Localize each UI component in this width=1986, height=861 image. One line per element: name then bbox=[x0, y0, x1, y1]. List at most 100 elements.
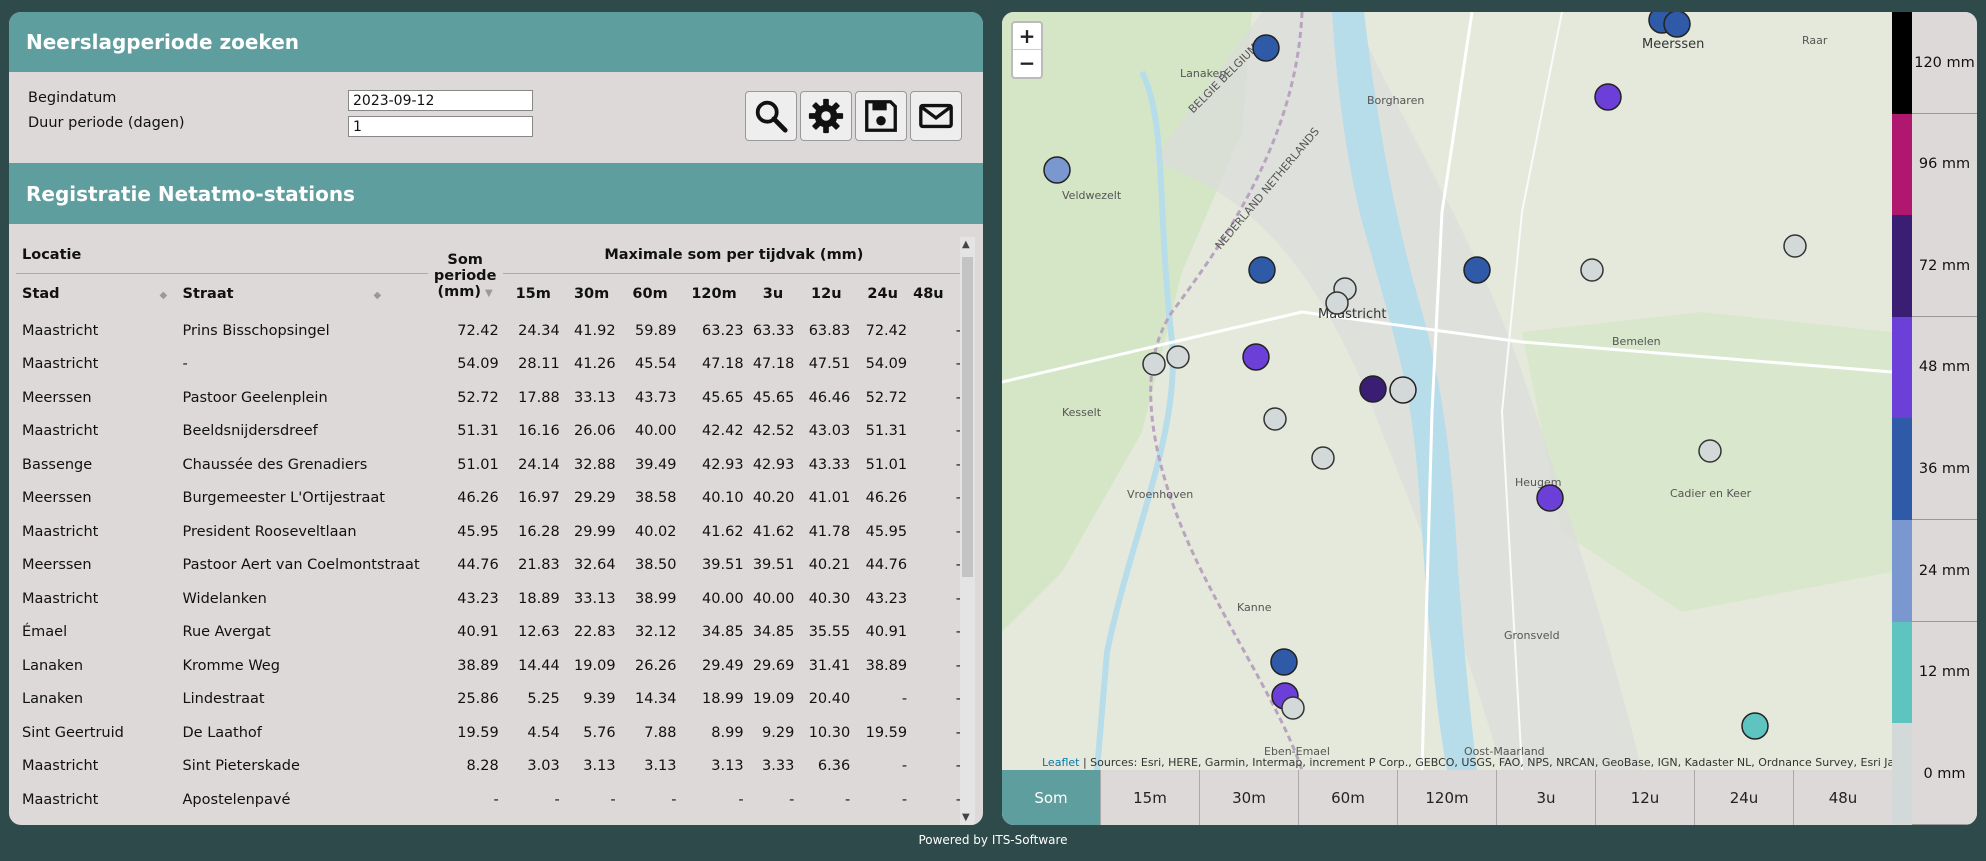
street-header[interactable]: Straat ◆ bbox=[176, 272, 428, 314]
station-marker[interactable] bbox=[1594, 83, 1622, 111]
tab-Som[interactable]: Som bbox=[1002, 770, 1100, 825]
station-marker[interactable] bbox=[1783, 234, 1807, 258]
cell-street: Burgemeester L'Ortijestraat bbox=[182, 490, 385, 507]
table-row[interactable]: Maastricht Beeldsnijdersdreef 51.31 16.16 26… bbox=[16, 415, 965, 449]
table-scrollbar[interactable]: ▲ ▼ bbox=[960, 237, 975, 825]
station-marker[interactable] bbox=[1142, 352, 1166, 376]
station-marker[interactable] bbox=[1270, 648, 1298, 676]
table-row[interactable]: Maastricht Widelanken 43.23 18.89 33.13 38.99… bbox=[16, 582, 965, 616]
table-row[interactable]: Maastricht President Rooseveltlaan 45.95 16… bbox=[16, 515, 965, 549]
cell-street: Sint Pieterskade bbox=[182, 758, 300, 775]
cell-sum: 8.28 bbox=[466, 758, 499, 775]
cell-value: 43.73 bbox=[635, 389, 677, 406]
table-row[interactable]: Émael Rue Avergat 40.91 12.63 22.83 32.12 34.8… bbox=[16, 616, 965, 650]
legend-item: 12 mm bbox=[1892, 621, 1977, 724]
cell-value: 54.09 bbox=[865, 356, 908, 373]
search-button[interactable] bbox=[745, 91, 797, 141]
zoom-out-button[interactable]: − bbox=[1013, 50, 1041, 77]
period-header-60m[interactable]: 60m bbox=[619, 272, 681, 314]
station-marker[interactable] bbox=[1242, 343, 1270, 371]
station-marker[interactable] bbox=[1580, 258, 1604, 282]
sum-header[interactable]: Som periode (mm) ▼ bbox=[428, 237, 503, 314]
station-marker[interactable] bbox=[1252, 34, 1280, 62]
cell-value: 4.54 bbox=[527, 724, 560, 741]
tab-120m[interactable]: 120m bbox=[1397, 770, 1496, 825]
table-row[interactable]: Meerssen Burgemeester L'Ortijestraat 46.26… bbox=[16, 482, 965, 516]
cell-value: 52.72 bbox=[865, 389, 908, 406]
cell-value: - bbox=[901, 691, 908, 708]
cell-value: 42.93 bbox=[752, 456, 795, 473]
station-marker[interactable] bbox=[1389, 376, 1417, 404]
table-row[interactable]: Lanaken Kromme Weg 38.89 14.44 19.09 26.26 29.… bbox=[16, 649, 965, 683]
period-header-120m[interactable]: 120m bbox=[680, 272, 748, 314]
map[interactable]: NEDERLAND NETHERLANDS BELGIE BELGIUM Maa… bbox=[1002, 12, 1892, 770]
period-header-3u[interactable]: 3u bbox=[747, 272, 799, 314]
cell-value: 28.11 bbox=[518, 356, 560, 373]
cell-value: 40.20 bbox=[752, 490, 795, 507]
tab-30m[interactable]: 30m bbox=[1199, 770, 1298, 825]
table-row[interactable]: Maastricht - 54.09 28.11 41.26 45.54 47.18 47.1… bbox=[16, 348, 965, 382]
period-header-30m[interactable]: 30m bbox=[563, 272, 620, 314]
legend-label: 72 mm bbox=[1912, 215, 1977, 318]
station-marker[interactable] bbox=[1698, 439, 1722, 463]
station-marker[interactable] bbox=[1043, 156, 1071, 184]
station-marker[interactable] bbox=[1741, 712, 1769, 740]
cell-value: 39.49 bbox=[635, 456, 677, 473]
table-row[interactable]: Sint Geertruid De Laathof 19.59 4.54 5.76 7.8… bbox=[16, 716, 965, 750]
table-row[interactable]: Bassenge Chaussée des Grenadiers 51.01 24.1… bbox=[16, 448, 965, 482]
scroll-up-icon[interactable]: ▲ bbox=[962, 239, 970, 250]
station-marker[interactable] bbox=[1248, 256, 1276, 284]
period-header-15m[interactable]: 15m bbox=[502, 272, 564, 314]
station-marker[interactable] bbox=[1463, 256, 1491, 284]
period-header-24u[interactable]: 24u bbox=[854, 272, 912, 314]
station-marker[interactable] bbox=[1311, 446, 1335, 470]
cell-value: 29.69 bbox=[752, 657, 795, 674]
cell-value: 51.01 bbox=[865, 456, 908, 473]
cell-value: 38.50 bbox=[635, 557, 677, 574]
settings-button[interactable] bbox=[800, 91, 852, 141]
scroll-down-icon[interactable]: ▼ bbox=[962, 812, 970, 823]
station-marker[interactable] bbox=[1281, 696, 1305, 720]
table-row[interactable]: Meerssen Pastoor Geelenplein 52.72 17.88 33.… bbox=[16, 381, 965, 415]
cell-city: Lanaken bbox=[22, 691, 84, 708]
station-marker[interactable] bbox=[1166, 345, 1190, 369]
cell-value: 16.97 bbox=[518, 490, 560, 507]
station-marker[interactable] bbox=[1263, 407, 1287, 431]
station-marker[interactable] bbox=[1663, 12, 1691, 38]
period-header-12u[interactable]: 12u bbox=[798, 272, 855, 314]
start-date-input[interactable] bbox=[348, 90, 533, 111]
cell-street: Chaussée des Grenadiers bbox=[182, 456, 368, 473]
table-row[interactable]: Lanaken Lindestraat 25.86 5.25 9.39 14.34 18.9… bbox=[16, 683, 965, 717]
cell-value: 3.13 bbox=[583, 758, 616, 775]
city-header[interactable]: Stad ◆ bbox=[16, 272, 177, 314]
table-row[interactable]: Maastricht Prins Bisschopsingel 72.42 24.34… bbox=[16, 314, 965, 348]
station-marker[interactable] bbox=[1359, 375, 1387, 403]
tab-48u[interactable]: 48u bbox=[1793, 770, 1892, 825]
save-button[interactable] bbox=[855, 91, 907, 141]
legend-item: 48 mm bbox=[1892, 316, 1977, 419]
table-row[interactable]: Meerssen Pastoor Aert van Coelmontstraat 4… bbox=[16, 549, 965, 583]
station-marker[interactable] bbox=[1325, 291, 1349, 315]
period-header-48u[interactable]: 48u bbox=[911, 272, 965, 314]
cell-value: 19.59 bbox=[865, 724, 908, 741]
tab-15m[interactable]: 15m bbox=[1100, 770, 1199, 825]
table-row[interactable]: Maastricht Sint Pieterskade 8.28 3.03 3.13 3.… bbox=[16, 750, 965, 784]
cell-city: Émael bbox=[22, 624, 68, 641]
cell-sum: 51.01 bbox=[457, 456, 499, 473]
cell-value: 43.33 bbox=[808, 456, 851, 473]
table-scroll[interactable]: Locatie Som periode (mm) ▼ Maximale som p… bbox=[16, 237, 965, 825]
tab-60m[interactable]: 60m bbox=[1298, 770, 1397, 825]
station-marker[interactable] bbox=[1536, 484, 1564, 512]
table-row[interactable]: Maastricht Apostelenpavé - - - - - - - - - bbox=[16, 783, 965, 817]
scrollbar-thumb[interactable] bbox=[962, 257, 973, 577]
tab-12u[interactable]: 12u bbox=[1595, 770, 1694, 825]
leaflet-link[interactable]: Leaflet bbox=[1042, 756, 1079, 769]
cell-value: - bbox=[901, 758, 908, 775]
zoom-control: + − bbox=[1011, 21, 1043, 79]
zoom-in-button[interactable]: + bbox=[1013, 23, 1041, 50]
duration-input[interactable] bbox=[348, 116, 533, 137]
tab-24u[interactable]: 24u bbox=[1694, 770, 1793, 825]
mail-button[interactable] bbox=[910, 91, 962, 141]
table-body: Maastricht Prins Bisschopsingel 72.42 24.34… bbox=[16, 314, 965, 817]
tab-3u[interactable]: 3u bbox=[1496, 770, 1595, 825]
